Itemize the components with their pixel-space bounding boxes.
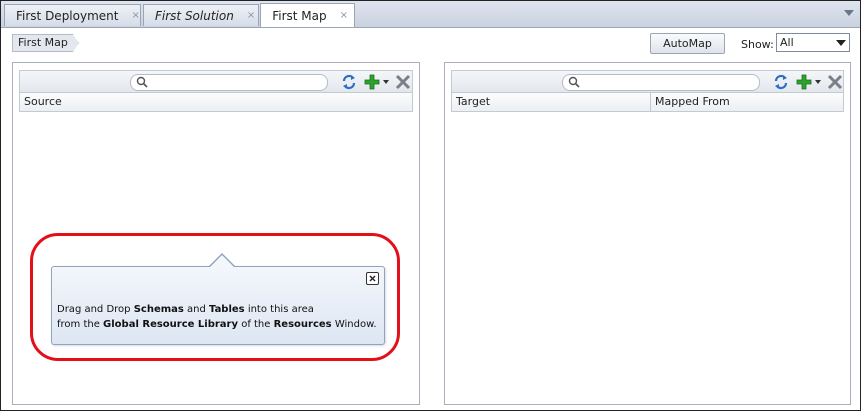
column-header-target[interactable]: Target	[452, 93, 650, 111]
tab-bar: First Deployment × First Solution × Firs…	[1, 1, 860, 28]
callout-line-2: from the Global Resource Library of the …	[57, 319, 377, 330]
tab-first-map[interactable]: First Map ×	[260, 3, 355, 27]
close-icon[interactable]	[366, 272, 379, 285]
tab-label: First Map	[272, 8, 327, 23]
add-icon[interactable]	[795, 73, 813, 91]
delete-icon[interactable]	[394, 73, 412, 91]
show-select[interactable]: All	[776, 33, 850, 52]
show-label: Show:	[741, 38, 774, 51]
tab-close-icon[interactable]: ×	[247, 10, 255, 21]
callout-pointer-fill	[210, 255, 234, 267]
search-icon	[136, 76, 148, 88]
tab-label: First Solution	[155, 8, 234, 23]
refresh-icon[interactable]	[772, 73, 790, 91]
add-dropdown-icon[interactable]	[815, 80, 821, 84]
add-dropdown-icon[interactable]	[383, 80, 389, 84]
source-search-input[interactable]	[151, 75, 316, 88]
source-panel-toolbar	[19, 70, 413, 92]
tab-first-solution[interactable]: First Solution ×	[143, 4, 259, 26]
target-column-header: Target Mapped From	[451, 92, 844, 112]
drag-drop-hint-callout: Drag and Drop Schemas and Tables into th…	[51, 266, 385, 345]
search-icon	[568, 76, 580, 88]
refresh-icon[interactable]	[340, 73, 358, 91]
editor-window: First Deployment × First Solution × Firs…	[0, 0, 861, 411]
automap-button[interactable]: AutoMap	[650, 33, 725, 54]
callout-line-1: Drag and Drop Schemas and Tables into th…	[57, 304, 314, 315]
source-search-field[interactable]	[130, 74, 328, 91]
show-select-value: All	[780, 36, 794, 49]
callout-message: Drag and Drop Schemas and Tables into th…	[57, 302, 377, 332]
target-panel: Target Mapped From	[444, 62, 851, 405]
tab-list-dropdown-icon[interactable]	[844, 10, 854, 16]
target-search-field[interactable]	[562, 74, 760, 91]
add-icon[interactable]	[363, 73, 381, 91]
delete-icon[interactable]	[826, 73, 844, 91]
target-panel-toolbar	[451, 70, 844, 92]
tab-label: First Deployment	[16, 8, 119, 23]
chevron-down-icon	[836, 40, 846, 46]
column-header-mapped-from[interactable]: Mapped From	[650, 93, 843, 111]
column-header-source[interactable]: Source	[20, 93, 412, 111]
tab-close-icon[interactable]: ×	[131, 10, 139, 21]
breadcrumb[interactable]: First Map	[12, 34, 79, 52]
target-search-input[interactable]	[583, 75, 748, 88]
tab-close-icon[interactable]: ×	[340, 10, 348, 21]
source-column-header: Source	[19, 92, 413, 112]
tab-first-deployment[interactable]: First Deployment ×	[4, 4, 141, 26]
